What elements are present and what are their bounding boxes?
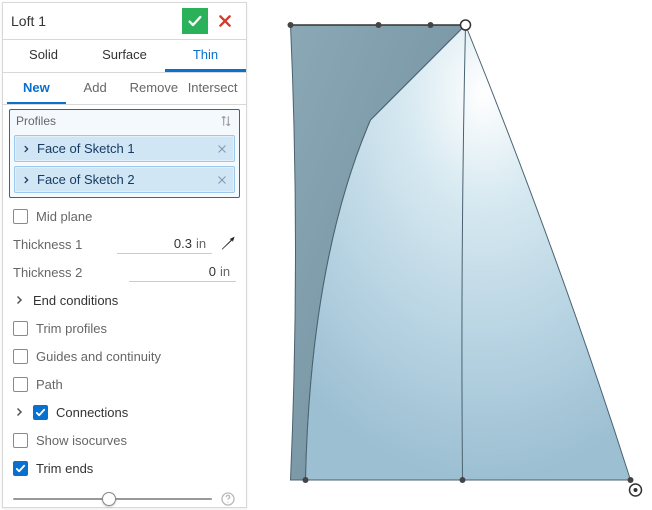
flip-direction-icon[interactable] [220,236,236,252]
thickness2-row: Thickness 2 0 in [3,258,246,286]
profiles-list[interactable]: Profiles Face of Sketch 1 Face of Sketch… [9,109,240,198]
checkbox-icon [13,433,28,448]
profile-item-label: Face of Sketch 2 [37,172,210,187]
bool-subtabs: New Add Remove Intersect [3,73,246,105]
thickness1-value: 0.3 [142,236,192,251]
thickness1-unit: in [196,236,212,251]
option-trim-profiles[interactable]: Trim profiles [3,314,246,342]
thickness2-value: 0 [166,264,216,279]
slider-thumb[interactable] [102,492,116,506]
profile-item[interactable]: Face of Sketch 1 [14,135,235,162]
option-connections[interactable]: Connections [3,398,246,426]
confirm-button[interactable] [182,8,208,34]
option-label: Mid plane [36,209,236,224]
option-label: Connections [56,405,236,420]
option-label: Path [36,377,236,392]
checkbox-icon [33,405,48,420]
profile-item-label: Face of Sketch 1 [37,141,210,156]
option-guides[interactable]: Guides and continuity [3,342,246,370]
option-path[interactable]: Path [3,370,246,398]
subtab-add[interactable]: Add [66,73,125,104]
option-show-isocurves[interactable]: Show isocurves [3,426,246,454]
tab-surface[interactable]: Surface [84,40,165,72]
thickness2-input[interactable]: 0 in [129,262,237,282]
checkbox-icon [13,461,28,476]
subtab-remove[interactable]: Remove [125,73,184,104]
subtab-new[interactable]: New [7,73,66,104]
checkbox-icon [13,321,28,336]
tab-solid[interactable]: Solid [3,40,84,72]
thickness2-unit: in [220,264,236,279]
option-trim-ends[interactable]: Trim ends [3,454,246,482]
reorder-icon[interactable] [219,114,233,128]
thickness1-row: Thickness 1 0.3 in [3,230,246,258]
checkbox-icon [13,349,28,364]
option-label: Show isocurves [36,433,236,448]
graphics-viewport[interactable] [249,0,652,510]
chevron-right-icon [21,144,31,154]
thickness1-input[interactable]: 0.3 in [117,234,213,254]
loft-preview [249,0,652,510]
remove-profile-icon[interactable] [216,174,228,186]
opacity-slider[interactable] [13,498,212,500]
origin-handle [630,484,642,496]
option-label: Trim ends [36,461,236,476]
help-icon[interactable] [220,491,236,507]
cancel-button[interactable] [212,8,238,34]
panel-header: Loft 1 [3,3,246,40]
chevron-right-icon [13,406,25,418]
end-conditions-row[interactable]: End conditions [3,286,246,314]
remove-profile-icon[interactable] [216,143,228,155]
checkbox-icon [13,209,28,224]
option-label: Guides and continuity [36,349,236,364]
panel-title: Loft 1 [11,13,178,29]
chevron-right-icon [21,175,31,185]
tab-thin[interactable]: Thin [165,40,246,72]
checkbox-icon [13,377,28,392]
check-icon [187,13,203,29]
subtab-intersect[interactable]: Intersect [183,73,242,104]
profile-item[interactable]: Face of Sketch 2 [14,166,235,193]
thickness2-label: Thickness 2 [13,265,121,280]
option-mid-plane[interactable]: Mid plane [3,202,246,230]
chevron-right-icon [13,294,25,306]
profiles-header: Profiles [10,110,239,132]
panel-footer [3,482,246,510]
type-tabs: Solid Surface Thin [3,40,246,73]
option-label: Trim profiles [36,321,236,336]
end-conditions-label: End conditions [33,293,236,308]
thickness1-label: Thickness 1 [13,237,109,252]
profiles-label: Profiles [16,114,56,128]
close-icon [217,13,233,29]
feature-panel: Loft 1 Solid Surface Thin New Add Remove… [2,2,247,508]
